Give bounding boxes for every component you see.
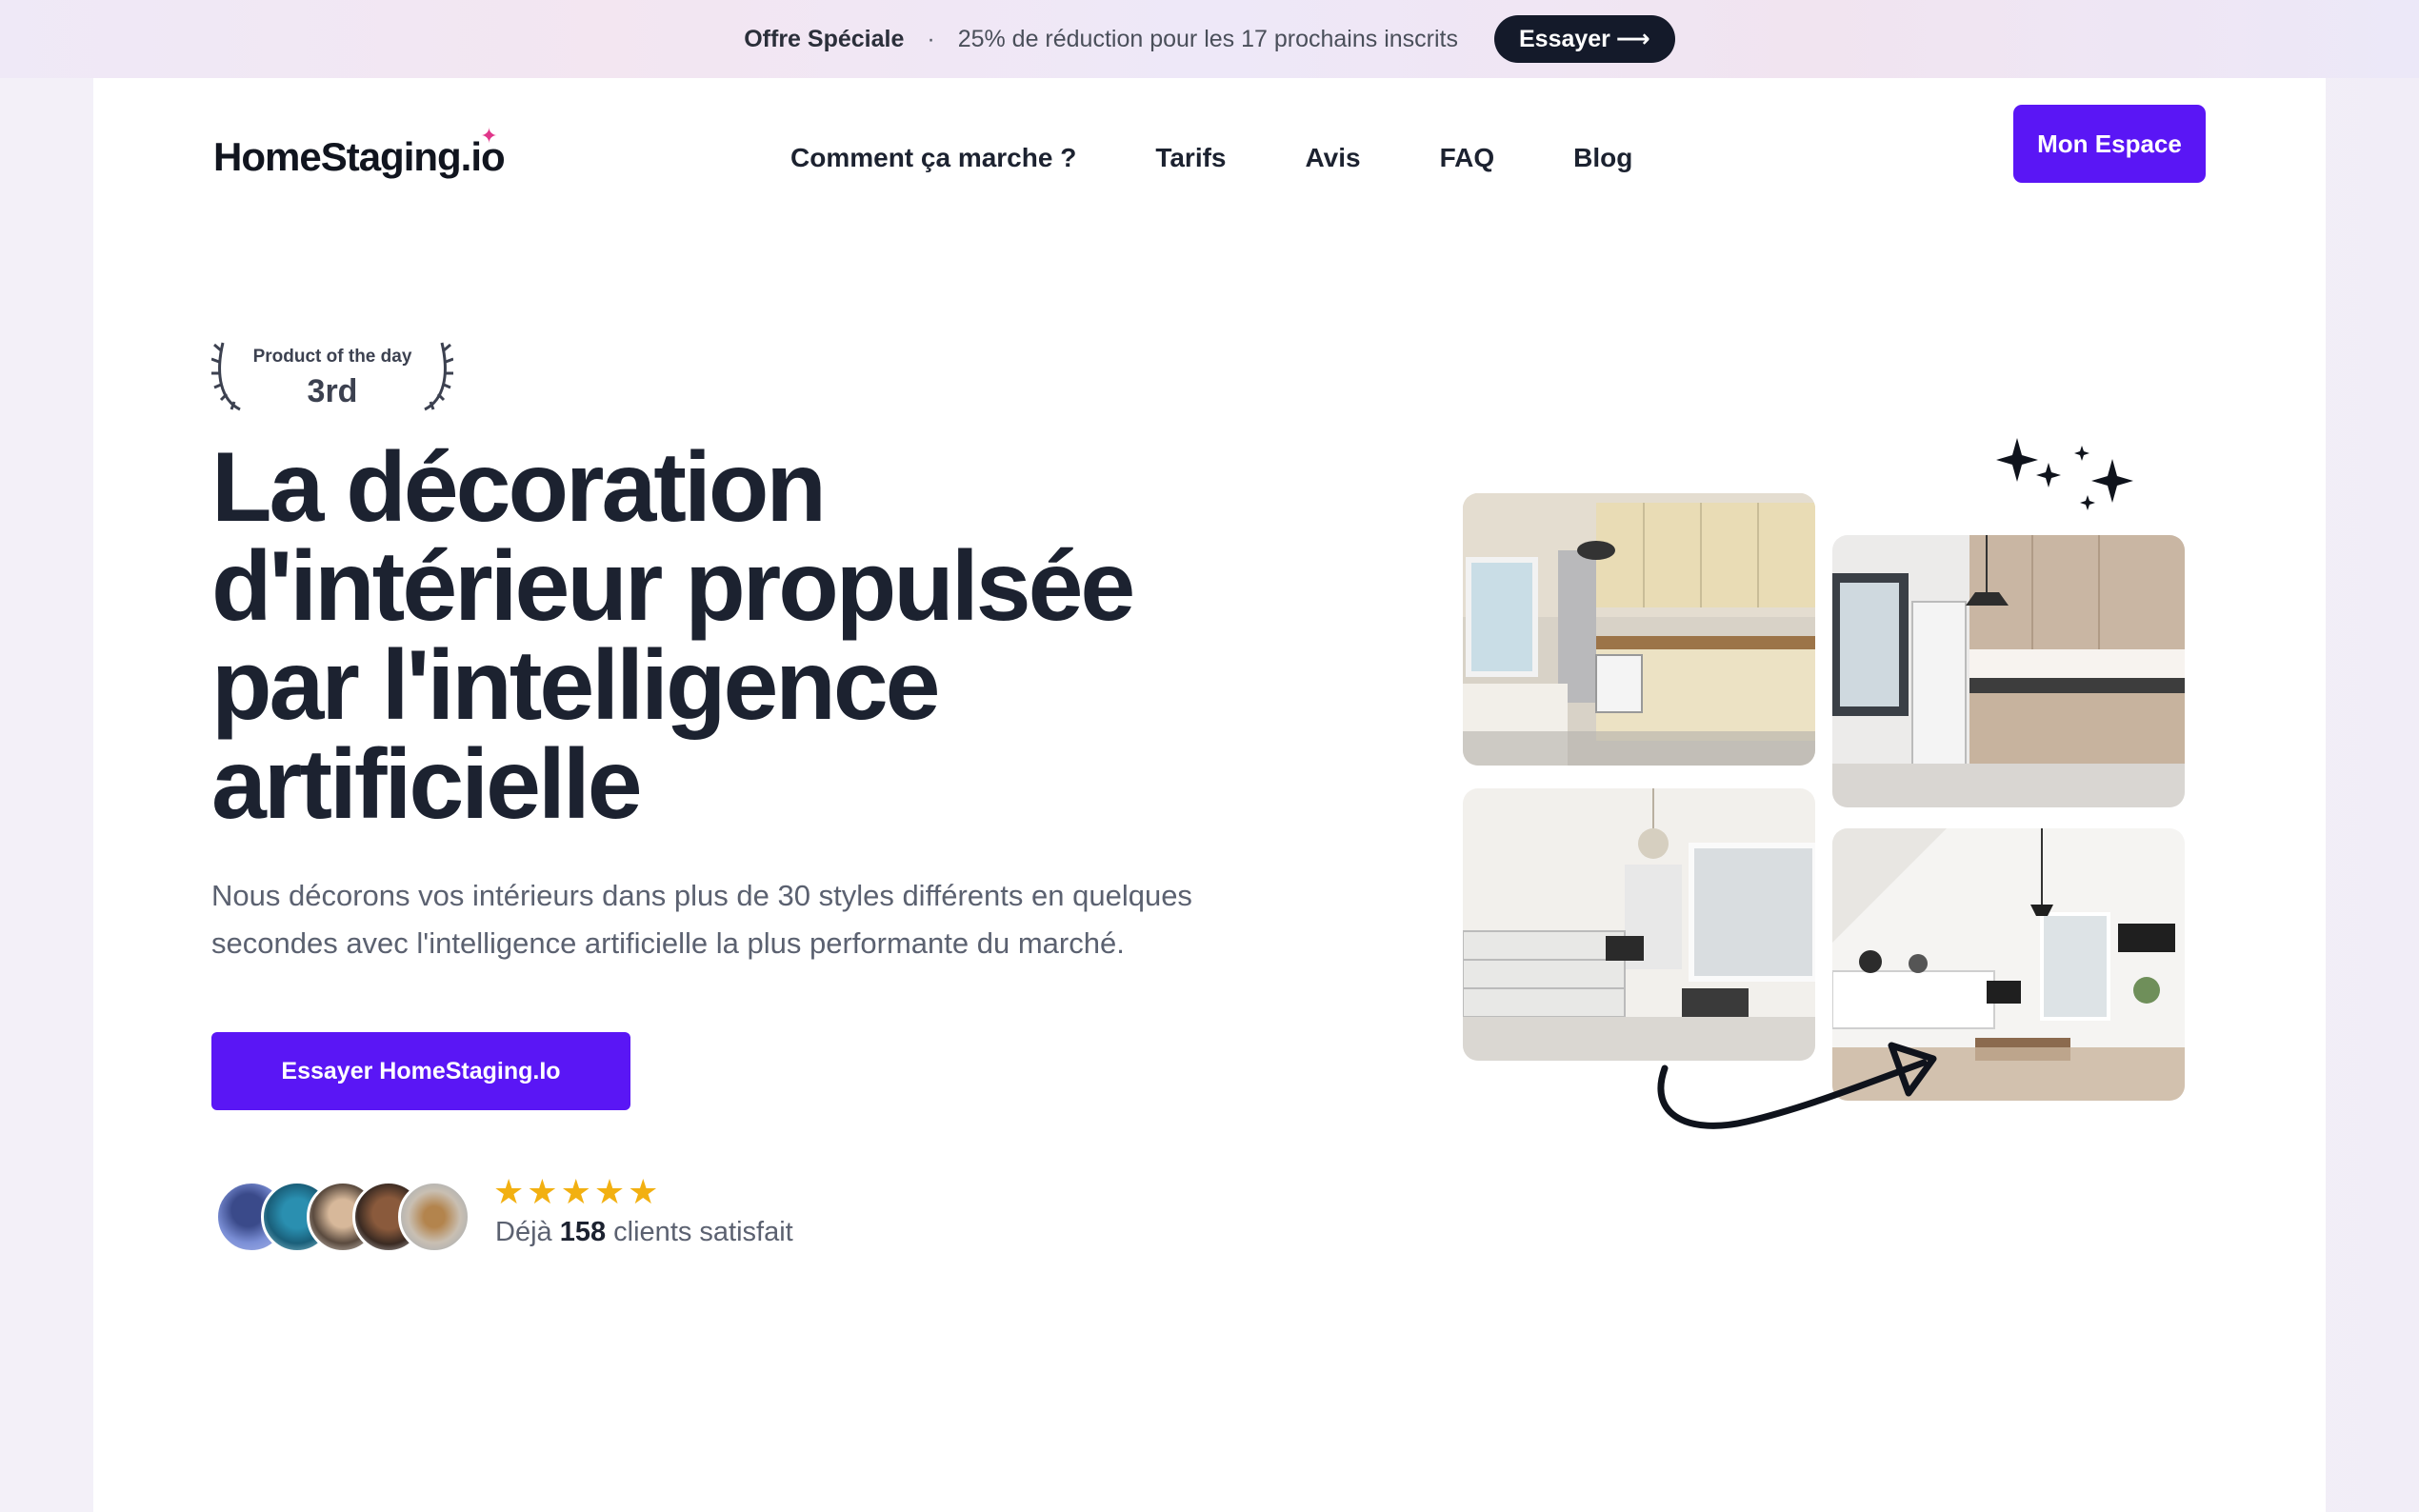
main-nav: Comment ça marche ? Tarifs Avis FAQ Blog bbox=[790, 126, 1632, 190]
curved-arrow-icon bbox=[1657, 1042, 1937, 1129]
hero-title: La décoration d'intérieur propulsée par … bbox=[211, 438, 1278, 834]
nav-pricing[interactable]: Tarifs bbox=[1155, 143, 1226, 173]
hero-title-line: La décoration bbox=[211, 432, 827, 543]
hero-title-line: artificielle bbox=[211, 729, 643, 840]
sparkle-icon: ✦ bbox=[480, 124, 497, 148]
clients-suffix: clients satisfait bbox=[613, 1217, 793, 1247]
laurel-right-icon bbox=[424, 342, 453, 411]
nav-blog[interactable]: Blog bbox=[1573, 143, 1632, 173]
star-icon: ★ bbox=[593, 1172, 626, 1211]
logo-text: HomeStaging.io bbox=[213, 134, 506, 179]
sparkles-icon bbox=[1996, 438, 2133, 510]
nav-reviews[interactable]: Avis bbox=[1306, 143, 1361, 173]
promo-banner: Offre Spéciale · 25% de réduction pour l… bbox=[0, 0, 2419, 78]
star-icon: ★ bbox=[493, 1172, 525, 1211]
account-button[interactable]: Mon Espace bbox=[2013, 105, 2206, 183]
nav-how-it-works[interactable]: Comment ça marche ? bbox=[790, 143, 1076, 173]
hero-title-line: d'intérieur propulsée bbox=[211, 531, 1135, 642]
promo-try-label: Essayer bbox=[1518, 25, 1610, 52]
living-room-before-illustration bbox=[1463, 788, 1815, 1061]
kitchen-before-illustration bbox=[1463, 493, 1815, 766]
clients-prefix: Déjà bbox=[495, 1217, 552, 1247]
living-room-before-image bbox=[1463, 788, 1815, 1061]
promo-title: Offre Spéciale bbox=[744, 25, 905, 52]
kitchen-after-image bbox=[1832, 535, 2185, 807]
promo-text: 25% de réduction pour les 17 prochains i… bbox=[957, 25, 1458, 52]
kitchen-before-image bbox=[1463, 493, 1815, 766]
clients-count: 158 bbox=[559, 1217, 607, 1247]
logo[interactable]: HomeStaging.io ✦ bbox=[213, 124, 506, 190]
nav-faq[interactable]: FAQ bbox=[1440, 143, 1495, 173]
star-icon: ★ bbox=[560, 1172, 591, 1211]
try-cta-button[interactable]: Essayer HomeStaging.Io bbox=[211, 1032, 630, 1110]
main-card: HomeStaging.io ✦ Comment ça marche ? Tar… bbox=[93, 78, 2326, 1512]
clients-count-text: Déjà 158 clients satisfait bbox=[495, 1217, 793, 1248]
promo-try-button[interactable]: Essayer ⟶ bbox=[1493, 15, 1675, 63]
hero-subtitle-line: Nous décorons vos intérieurs dans plus d… bbox=[211, 879, 1192, 912]
hero-title-line: par l'intelligence bbox=[211, 630, 941, 741]
kitchen-after-illustration bbox=[1832, 535, 2185, 807]
hero-subtitle: Nous décorons vos intérieurs dans plus d… bbox=[211, 872, 1316, 967]
customer-avatars bbox=[215, 1181, 472, 1253]
rating-stars: ★ ★ ★ ★ ★ bbox=[493, 1175, 658, 1209]
star-icon: ★ bbox=[628, 1172, 659, 1211]
star-icon: ★ bbox=[527, 1172, 558, 1211]
hero-subtitle-line: secondes avec l'intelligence artificiell… bbox=[211, 926, 1125, 960]
avatar bbox=[398, 1181, 470, 1253]
arrow-right-icon: ⟶ bbox=[1615, 26, 1650, 52]
product-of-the-day-badge[interactable]: Product of the day 3rd bbox=[211, 337, 453, 413]
promo-separator: · bbox=[927, 25, 935, 52]
